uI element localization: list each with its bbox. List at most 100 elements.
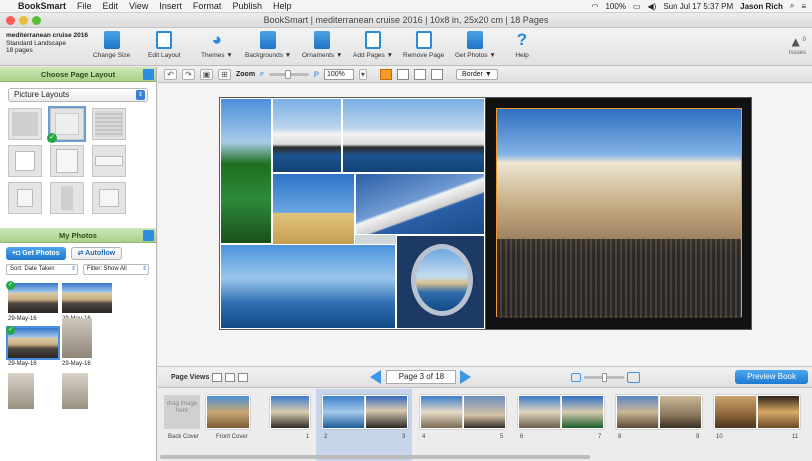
front-cover-thumb[interactable]: [206, 395, 250, 433]
page-indicator[interactable]: Page 3 of 18: [386, 370, 457, 384]
back-cover-dropzone[interactable]: drag image here: [164, 395, 200, 429]
photo-item[interactable]: 29-May-16: [62, 318, 112, 367]
view-filmstrip-icon[interactable]: [413, 69, 426, 80]
page-thumb[interactable]: [616, 395, 702, 433]
right-page[interactable]: [485, 98, 751, 329]
expand-panel-icon[interactable]: [143, 69, 154, 80]
help-button[interactable]: ? Help: [514, 31, 530, 60]
change-size-button[interactable]: Change Size: [93, 31, 130, 59]
layout-option[interactable]: [50, 145, 84, 177]
ship-deck-photo[interactable]: [355, 173, 485, 235]
all-pages-view-icon[interactable]: [238, 372, 249, 382]
menu-edit[interactable]: Edit: [103, 1, 119, 11]
zoom-in-icon[interactable]: ᴘ: [314, 69, 319, 80]
page-thumb-selected[interactable]: [322, 395, 408, 433]
filter-select[interactable]: Filter: Show All ⇕: [83, 264, 149, 275]
photo-item[interactable]: 29-May-16: [62, 283, 112, 322]
wifi-icon[interactable]: ◠: [591, 2, 598, 11]
page-thumb[interactable]: [420, 395, 506, 433]
menu-file[interactable]: File: [77, 1, 92, 11]
layout-option[interactable]: [92, 145, 126, 177]
zoom-slider[interactable]: [268, 70, 309, 79]
zoom-slider-knob[interactable]: [284, 70, 291, 79]
prev-page-arrow-icon[interactable]: [370, 370, 382, 384]
close-window-button[interactable]: [6, 16, 15, 25]
layout-option[interactable]: [8, 182, 42, 214]
page-thumb[interactable]: [270, 395, 310, 433]
photo-item[interactable]: ✓ 29-May-16: [6, 281, 58, 322]
user-name[interactable]: Jason Rich: [740, 2, 783, 11]
thumb-large-icon[interactable]: [627, 371, 641, 383]
zoom-window-button[interactable]: [32, 16, 41, 25]
page-number: 4: [422, 434, 426, 440]
ship-photo[interactable]: [272, 98, 342, 173]
thumbnail-scrollbar[interactable]: [158, 455, 812, 459]
thumb-size-knob[interactable]: [602, 372, 608, 382]
layout-option[interactable]: [92, 182, 126, 214]
st-peters-square-photo[interactable]: [496, 108, 742, 318]
page-thumb[interactable]: [714, 395, 800, 433]
clock[interactable]: Sun Jul 17 5:37 PM: [663, 2, 733, 11]
thumbnail-strip: drag image here Back Cover Front Cover 1…: [158, 389, 812, 461]
scrollbar-thumb[interactable]: [160, 455, 590, 459]
layout-option[interactable]: [50, 182, 84, 214]
view-grid-icon[interactable]: [379, 69, 392, 80]
layout-type-select[interactable]: Picture Layouts ⇕: [8, 88, 148, 102]
remove-page-button[interactable]: Remove Page: [403, 31, 444, 59]
minimize-window-button[interactable]: [19, 16, 28, 25]
zoom-input[interactable]: 100%: [323, 69, 354, 80]
zoom-out-icon[interactable]: ᴘ: [260, 71, 264, 78]
autoflow-button[interactable]: ⇄ Autoflow: [70, 247, 123, 260]
border-dropdown[interactable]: Border ▼: [455, 69, 498, 80]
layout-option[interactable]: [92, 108, 126, 140]
view-single-icon[interactable]: [396, 69, 409, 80]
fit-spread-icon[interactable]: ⊞: [218, 69, 231, 80]
expand-panel-icon[interactable]: [143, 230, 154, 241]
single-page-view-icon[interactable]: [212, 372, 223, 382]
palm-photo[interactable]: [220, 98, 272, 244]
redo-icon[interactable]: ↷: [182, 69, 195, 80]
photo-item[interactable]: [62, 373, 112, 409]
backgrounds-button[interactable]: Backgrounds ▼: [245, 31, 291, 59]
undo-icon[interactable]: ↶: [164, 69, 177, 80]
porthole-photo[interactable]: [396, 235, 485, 329]
spotlight-search-icon[interactable]: ⌕: [790, 1, 794, 11]
menu-publish[interactable]: Publish: [232, 1, 262, 11]
layout-option[interactable]: [8, 145, 42, 177]
harbor-town-photo[interactable]: [272, 173, 355, 245]
next-page-arrow-icon[interactable]: [460, 370, 472, 384]
layout-option-selected[interactable]: ✓: [47, 106, 86, 143]
battery-percent[interactable]: 100%: [605, 2, 625, 11]
spread-view-icon[interactable]: [225, 372, 236, 382]
zoom-dropdown-icon[interactable]: ▾: [358, 69, 367, 80]
photo-item[interactable]: ✓ 29-May-16: [6, 326, 60, 367]
menu-format[interactable]: Format: [193, 1, 222, 11]
issues-button[interactable]: ▲0 Issues: [789, 32, 806, 56]
thumb-size-slider[interactable]: [584, 372, 625, 382]
menu-view[interactable]: View: [129, 1, 148, 11]
add-pages-button[interactable]: Add Pages ▼: [353, 31, 393, 59]
thumb-small-icon[interactable]: [571, 372, 582, 382]
ornaments-button[interactable]: Ornaments ▼: [302, 31, 342, 59]
get-photos-toolbar-button[interactable]: Get Photos ▼: [455, 31, 496, 59]
left-page[interactable]: [220, 98, 485, 329]
themes-button[interactable]: ◕ Themes ▼: [201, 31, 233, 60]
view-bottom-icon[interactable]: [430, 69, 443, 80]
menu-app-name[interactable]: BookSmart: [18, 1, 66, 11]
photo-item[interactable]: [8, 373, 58, 409]
battery-icon[interactable]: ▭: [633, 2, 641, 11]
ship-sea-photo[interactable]: [220, 244, 396, 329]
get-photos-button[interactable]: +◘ Get Photos: [6, 247, 66, 260]
sort-select[interactable]: Sort: Date Taken ⇕: [6, 264, 78, 275]
edit-layout-button[interactable]: Edit Layout: [148, 31, 181, 59]
preview-book-button[interactable]: Preview Book: [735, 370, 808, 384]
fit-page-icon[interactable]: ▣: [200, 69, 213, 80]
menu-help[interactable]: Help: [273, 1, 292, 11]
volume-icon[interactable]: ◀): [648, 2, 657, 11]
check-icon: ✓: [6, 326, 15, 335]
notification-center-icon[interactable]: ≡: [801, 2, 806, 11]
menu-insert[interactable]: Insert: [159, 1, 182, 11]
layout-option[interactable]: [8, 108, 42, 140]
ship-harbor-photo[interactable]: [342, 98, 485, 173]
page-thumb[interactable]: [518, 395, 604, 433]
